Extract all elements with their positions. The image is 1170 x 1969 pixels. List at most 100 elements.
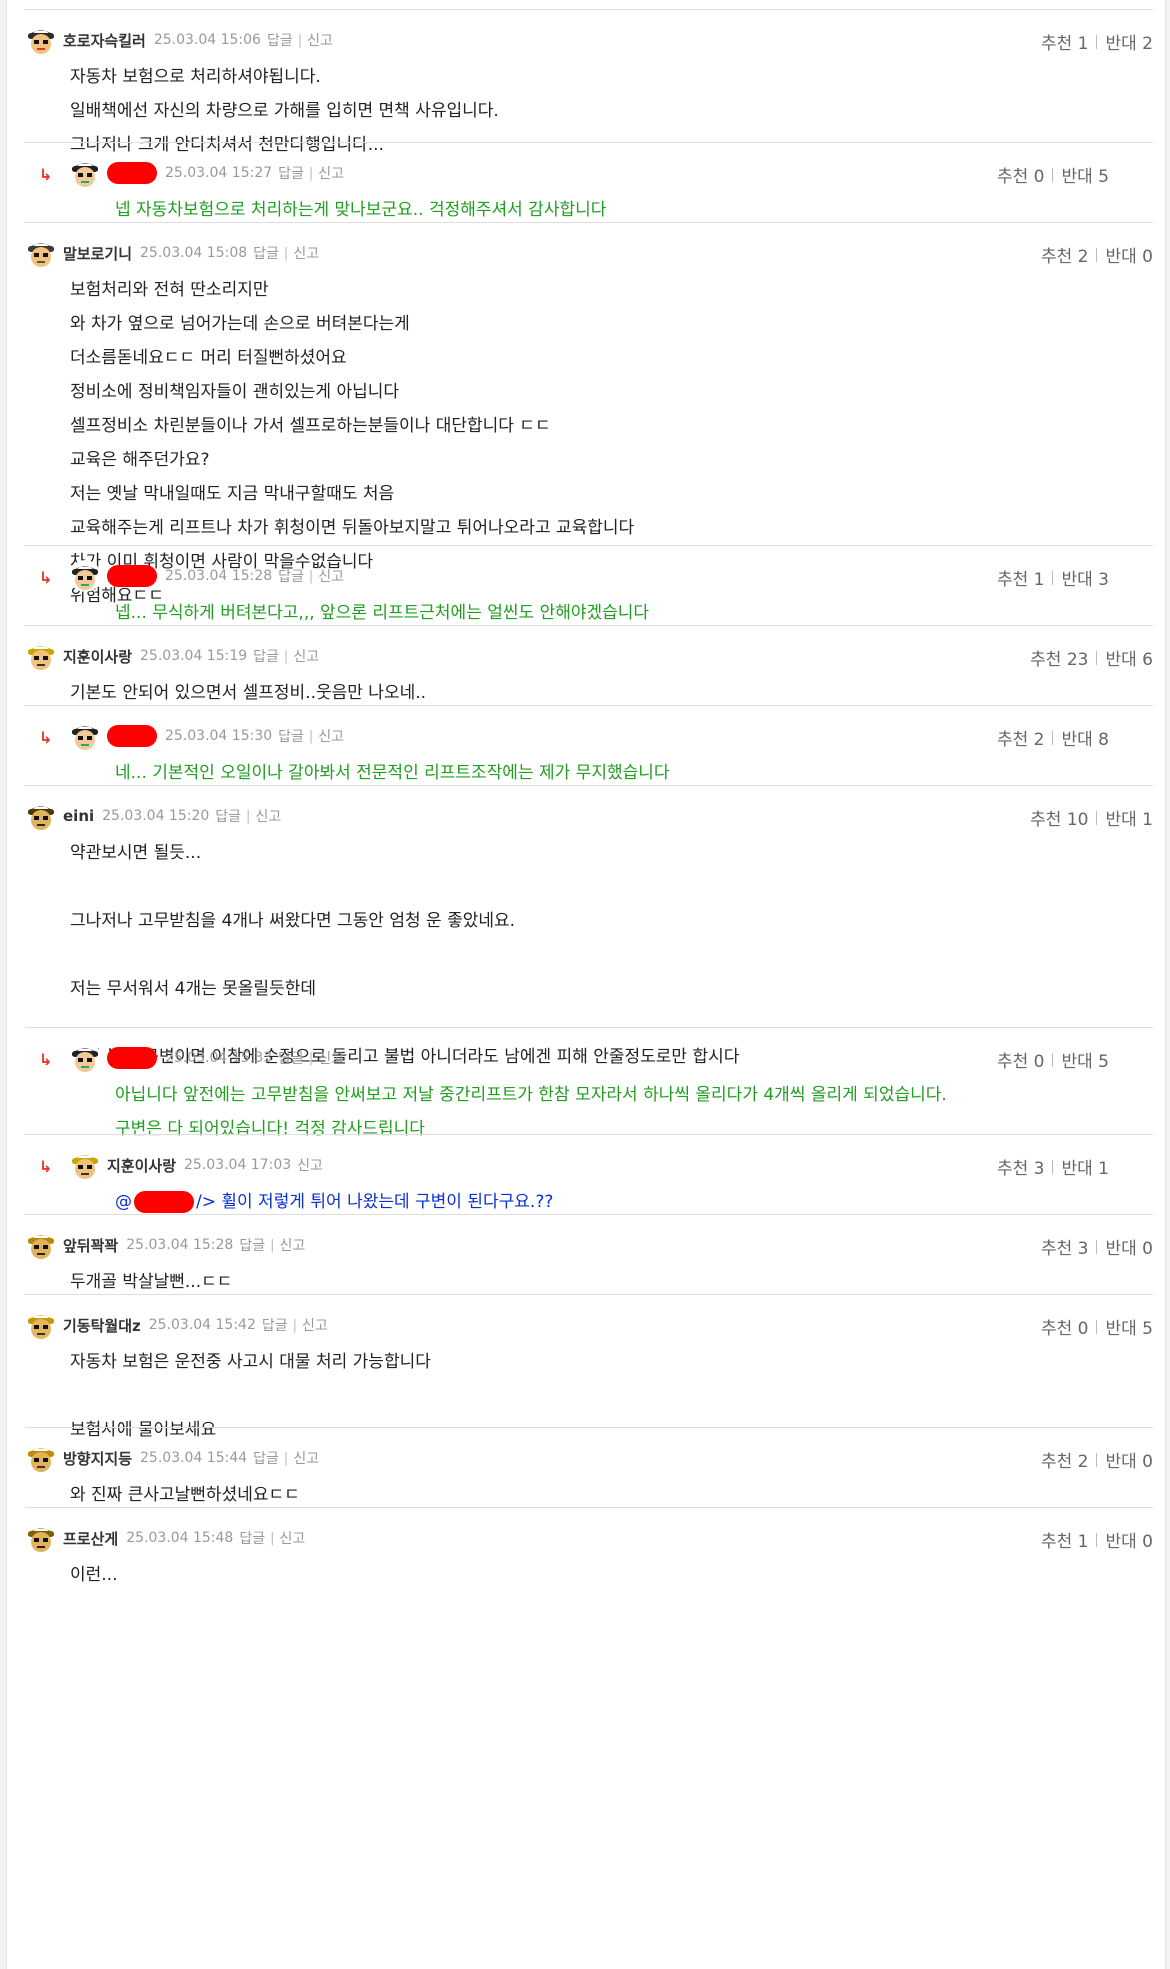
- comment-author[interactable]: 앞뒤꽉꽉: [63, 1235, 118, 1256]
- comment-line: 자동차 보험으로 처리하셔야됩니다.: [70, 67, 321, 87]
- avatar[interactable]: [69, 1149, 101, 1181]
- oppose-button[interactable]: 반대 0: [1105, 1447, 1153, 1472]
- vote-box: 추천 0 반대 5: [997, 1047, 1109, 1072]
- oppose-button[interactable]: 반대 8: [1061, 725, 1109, 750]
- recommend-button[interactable]: 추천 2: [1041, 242, 1089, 267]
- comment-time: 25.03.04 17:03: [184, 1157, 292, 1173]
- report-link[interactable]: 신고: [318, 726, 344, 746]
- comment-time: 25.03.04 15:48: [126, 1530, 234, 1546]
- reply-link[interactable]: 답글: [239, 1528, 265, 1548]
- avatar[interactable]: [25, 1309, 57, 1341]
- comment-author[interactable]: 프로산게: [63, 1528, 118, 1549]
- vote-box: 추천 2 반대 0: [1041, 242, 1153, 267]
- recommend-button[interactable]: 추천 0: [997, 1047, 1045, 1072]
- reply-link[interactable]: 답글: [215, 806, 241, 826]
- recommend-button[interactable]: 추천 2: [997, 725, 1045, 750]
- comment-author[interactable]: eini: [63, 807, 94, 825]
- reply-link[interactable]: 답글: [239, 1235, 265, 1255]
- recommend-button[interactable]: 추천 2: [1041, 1447, 1089, 1472]
- reply-arrow-icon: ↳: [39, 165, 53, 184]
- recommend-button[interactable]: 추천 23: [1030, 645, 1088, 670]
- recommend-button[interactable]: 추천 1: [1041, 29, 1089, 54]
- mention-text: /> 휠이 저렇게 튀어 나왔는데 구변이 된다구요.??: [196, 1192, 554, 1212]
- recommend-count: 1: [1033, 570, 1045, 590]
- avatar[interactable]: [69, 157, 101, 189]
- recommend-button[interactable]: 추천 0: [1041, 1314, 1089, 1339]
- recommend-count: 0: [1033, 167, 1045, 187]
- comment-line: 약관보시면 될듯...: [70, 843, 202, 863]
- oppose-button[interactable]: 반대 3: [1061, 565, 1109, 590]
- avatar[interactable]: [25, 800, 57, 832]
- report-link[interactable]: 신고: [255, 806, 281, 826]
- reply-link[interactable]: 답글: [278, 726, 304, 746]
- reply-link[interactable]: 답글: [253, 1448, 279, 1468]
- report-link[interactable]: 신고: [293, 646, 319, 666]
- recommend-button[interactable]: 추천 3: [1041, 1234, 1089, 1259]
- recommend-label: 추천: [1040, 247, 1073, 267]
- comment-panel: 호로자슥킬러 25.03.04 15:06 답글 | 신고 추천 1 반대 2 자동차 …: [6, 0, 1166, 1969]
- reply-link[interactable]: 답글: [278, 566, 304, 586]
- report-link[interactable]: 신고: [293, 1448, 319, 1468]
- recommend-button[interactable]: 추천 1: [1041, 1527, 1089, 1552]
- comment-author[interactable]: 방향지지등: [63, 1448, 132, 1469]
- comment-author[interactable]: 말보로기니: [63, 243, 132, 264]
- comment-line: 교육해주는게 리프트나 차가 휘청이면 뒤돌아보지말고 튀어나오라고 교육합니다: [70, 518, 635, 538]
- oppose-label: 반대: [1105, 247, 1137, 267]
- reply-link[interactable]: 답글: [262, 1315, 288, 1335]
- recommend-button[interactable]: 추천 1: [997, 565, 1045, 590]
- oppose-button[interactable]: 반대 2: [1105, 29, 1153, 54]
- comment: 호로자슥킬러 25.03.04 15:06 답글 | 신고 추천 1 반대 2 자동차 …: [25, 9, 1153, 155]
- recommend-button[interactable]: 추천 0: [997, 162, 1045, 187]
- comment-author[interactable]: 기동탁월대z: [63, 1315, 141, 1336]
- report-link[interactable]: 신고: [280, 1528, 306, 1548]
- report-link[interactable]: 신고: [297, 1155, 323, 1175]
- avatar[interactable]: [69, 1042, 101, 1074]
- oppose-button[interactable]: 반대 0: [1105, 242, 1153, 267]
- oppose-button[interactable]: 반대 0: [1105, 1527, 1153, 1552]
- avatar[interactable]: [25, 237, 57, 269]
- comment-line: 그나저나 고무받침을 4개나 써왔다면 그동안 엄청 운 좋았네요.: [70, 911, 516, 931]
- reply-comment: ↳ 지훈이사랑 25.03.04 17:03 신고 추천 3 반대 1 @ /> 휠이…: [25, 1134, 1153, 1214]
- comment-author[interactable]: 지훈이사랑: [107, 1155, 176, 1176]
- comment-line: 셀프정비소 차린분들이나 가서 셀프로하는분들이나 대단합니다 ㄷㄷ: [70, 416, 551, 436]
- report-link[interactable]: 신고: [318, 1048, 344, 1068]
- avatar[interactable]: [25, 640, 57, 672]
- report-link[interactable]: 신고: [318, 163, 344, 183]
- separator: |: [283, 245, 289, 261]
- reply-link[interactable]: 답글: [278, 1048, 304, 1068]
- reply-link[interactable]: 답글: [253, 243, 279, 263]
- avatar[interactable]: [25, 1229, 57, 1261]
- oppose-button[interactable]: 반대 0: [1105, 1234, 1153, 1259]
- vote-divider: [1096, 1452, 1098, 1467]
- vote-divider: [1096, 1532, 1098, 1547]
- report-link[interactable]: 신고: [302, 1315, 328, 1335]
- reply-link[interactable]: 답글: [253, 646, 279, 666]
- oppose-button[interactable]: 반대 5: [1105, 1314, 1153, 1339]
- comment-time: 25.03.04 15:30: [165, 728, 273, 744]
- oppose-button[interactable]: 반대 5: [1061, 162, 1109, 187]
- comment-line: [70, 938, 1073, 972]
- comment-line: [70, 1379, 1073, 1413]
- avatar[interactable]: [25, 24, 57, 56]
- reply-link[interactable]: 답글: [267, 30, 293, 50]
- avatar[interactable]: [25, 1522, 57, 1554]
- avatar[interactable]: [25, 1442, 57, 1474]
- report-link[interactable]: 신고: [280, 1235, 306, 1255]
- recommend-button[interactable]: 추천 3: [997, 1154, 1045, 1179]
- avatar[interactable]: [69, 560, 101, 592]
- oppose-button[interactable]: 반대 1: [1105, 805, 1153, 830]
- recommend-button[interactable]: 추천 10: [1030, 805, 1088, 830]
- report-link[interactable]: 신고: [293, 243, 319, 263]
- comment-author[interactable]: 호로자슥킬러: [63, 30, 146, 51]
- comment-header: 25.03.04 15:30 답글 | 신고: [69, 719, 344, 753]
- report-link[interactable]: 신고: [307, 30, 333, 50]
- recommend-label: 추천: [996, 1052, 1029, 1072]
- oppose-button[interactable]: 반대 1: [1061, 1154, 1109, 1179]
- reply-link[interactable]: 답글: [278, 163, 304, 183]
- report-link[interactable]: 신고: [318, 566, 344, 586]
- oppose-button[interactable]: 반대 5: [1061, 1047, 1109, 1072]
- vote-divider: [1096, 650, 1098, 665]
- avatar[interactable]: [69, 720, 101, 752]
- comment-author[interactable]: 지훈이사랑: [63, 646, 132, 667]
- oppose-button[interactable]: 반대 6: [1105, 645, 1153, 670]
